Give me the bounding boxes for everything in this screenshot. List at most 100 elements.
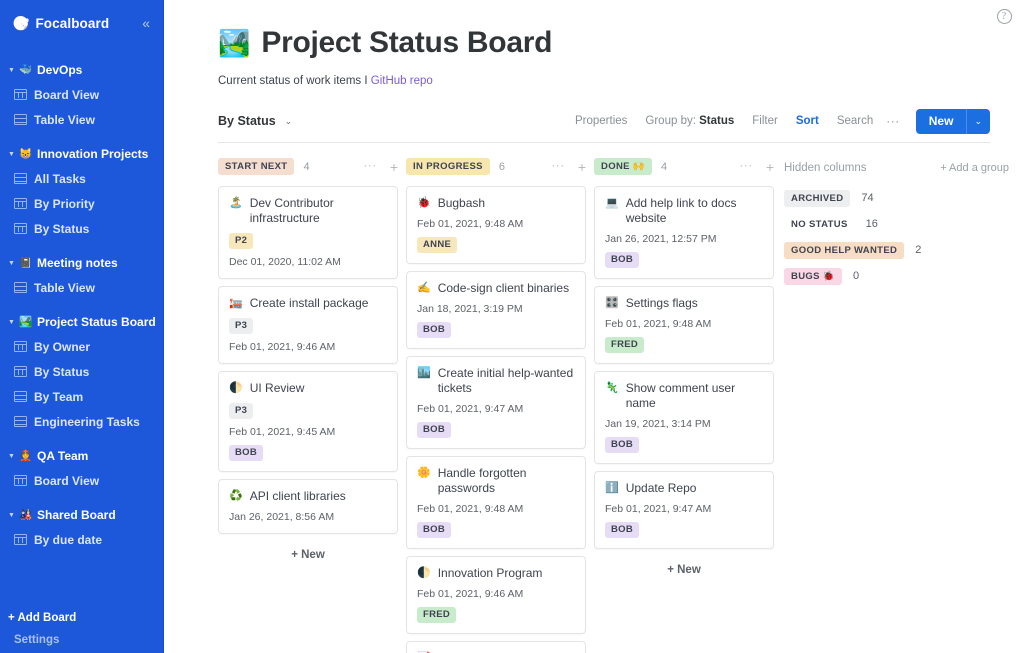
search-button[interactable]: Search: [837, 115, 873, 127]
column-add-card-icon[interactable]: +: [766, 160, 774, 174]
column-options-icon[interactable]: ···: [739, 159, 753, 173]
sort-button[interactable]: Sort: [796, 115, 819, 127]
github-repo-link[interactable]: GitHub repo: [371, 75, 433, 87]
column-add-card-icon[interactable]: +: [390, 160, 398, 174]
card-date: Jan 18, 2021, 3:19 PM: [417, 302, 523, 315]
kanban-card[interactable]: 🦎 Show comment user name Jan 19, 2021, 3:1…: [594, 370, 774, 464]
kanban-card[interactable]: 🏙️ Create initial help-wanted tickets Feb …: [406, 355, 586, 449]
caret-down-icon[interactable]: ▼: [8, 260, 19, 267]
caret-down-icon[interactable]: ▼: [8, 67, 19, 74]
card-emoji-icon: 🌼: [417, 466, 431, 479]
card-emoji-icon: ♻️: [229, 489, 243, 502]
sidebar-item-board-view[interactable]: Board View: [0, 468, 163, 493]
column-new-card-button[interactable]: + New: [218, 541, 398, 565]
sidebar-item-by-status[interactable]: By Status: [0, 359, 163, 384]
kanban-card[interactable]: 🏝️ Dev Contributor infrastructure P2 Dec 01…: [218, 185, 398, 279]
add-group-button[interactable]: + Add a group: [940, 162, 1009, 174]
properties-button[interactable]: Properties: [575, 115, 627, 127]
hidden-column-row[interactable]: NO STATUS 16: [784, 216, 1009, 233]
more-options-icon[interactable]: ···: [886, 114, 900, 128]
view-selector[interactable]: By Status ⌄: [218, 114, 292, 128]
card-title-row: 🌓 Innovation Program: [417, 566, 575, 581]
board-emoji-icon[interactable]: 🏞️: [218, 30, 250, 56]
board-title-row: 🏞️ Project Status Board: [218, 26, 1024, 61]
new-card-button[interactable]: New: [916, 109, 967, 134]
chevron-down-icon: ⌄: [284, 115, 293, 126]
caret-down-icon[interactable]: ▼: [8, 319, 19, 326]
sidebar-board-meeting-notes[interactable]: ▼ 📓 Meeting notes: [0, 250, 163, 275]
sidebar-board-shared-board[interactable]: ▼ 🎎 Shared Board: [0, 502, 163, 527]
kanban-card[interactable]: 🌓 UI Review P3 Feb 01, 2021, 9:45 AM BOB: [218, 370, 398, 472]
sidebar-item-table-view[interactable]: Table View: [0, 275, 163, 300]
board-view-icon: [14, 534, 27, 545]
column-options-icon[interactable]: ···: [363, 159, 377, 173]
column-actions: ··· +: [551, 159, 586, 174]
table-view-icon: [14, 114, 27, 125]
settings-button[interactable]: Settings: [0, 630, 163, 651]
sidebar-board-qa-team[interactable]: ▼ 👲 QA Team: [0, 443, 163, 468]
sidebar-item-table-view[interactable]: Table View: [0, 107, 163, 132]
card-date: Feb 01, 2021, 9:48 AM: [605, 317, 712, 330]
column-title-badge[interactable]: START NEXT: [218, 158, 295, 175]
priority-badge: P3: [229, 317, 254, 334]
kanban-card[interactable]: 🐞 Bugbash Feb 01, 2021, 9:48 AM ANNE: [406, 185, 586, 264]
kanban-card[interactable]: 🏣 Create install package P3 Feb 01, 2021, 9…: [218, 285, 398, 364]
sidebar-item-by-owner[interactable]: By Owner: [0, 334, 163, 359]
sidebar-board-project-status-board[interactable]: ▼ 🏞️ Project Status Board: [0, 309, 163, 334]
card-owner-row: BOB: [605, 251, 763, 268]
toolbar-actions: Properties Group by: Status Filter Sort …: [557, 108, 990, 134]
column-title-badge[interactable]: IN PROGRESS: [406, 158, 490, 175]
caret-down-icon[interactable]: ▼: [8, 512, 19, 519]
sidebar-item-by-status[interactable]: By Status: [0, 216, 163, 241]
sidebar-item-label: Board View: [34, 473, 100, 488]
card-title-row: 🎛️ Settings flags: [605, 296, 763, 311]
column-options-icon[interactable]: ···: [551, 159, 565, 173]
card-title: Add help link to docs website: [625, 195, 737, 225]
kanban-card[interactable]: 💻 Add help link to docs website Jan 26, 20…: [594, 185, 774, 279]
sidebar-board-devops[interactable]: ▼ 🐳 DevOps: [0, 57, 163, 82]
collapse-sidebar-icon[interactable]: «: [139, 14, 153, 32]
card-date: Feb 01, 2021, 9:48 AM: [417, 502, 524, 515]
sidebar-item-label: Table View: [34, 280, 95, 295]
kanban-card[interactable]: ✍️ Code-sign client binaries Jan 18, 2021,…: [406, 270, 586, 349]
kanban-card[interactable]: 🌓 Innovation Program Feb 01, 2021, 9:46 AM…: [406, 555, 586, 634]
board-emoji-icon: 🐳: [19, 64, 33, 76]
caret-down-icon[interactable]: ▼: [8, 151, 19, 158]
sidebar-board-innovation-projects[interactable]: ▼ 😸 Innovation Projects: [0, 141, 163, 166]
hidden-column-row[interactable]: BUGS 🐞 0: [784, 267, 1009, 285]
board-view-icon: [14, 89, 27, 100]
sidebar-item-by-due-date[interactable]: By due date: [0, 527, 163, 552]
caret-down-icon[interactable]: ▼: [8, 453, 19, 460]
add-board-button[interactable]: + Add Board: [0, 606, 163, 630]
sidebar-item-by-priority[interactable]: By Priority: [0, 191, 163, 216]
page-title[interactable]: Project Status Board: [261, 26, 552, 61]
group-by-button[interactable]: Group by: Status: [645, 115, 734, 127]
sidebar-item-by-team[interactable]: By Team: [0, 384, 163, 409]
filter-button[interactable]: Filter: [752, 115, 778, 127]
card-title: Update Repo: [625, 480, 697, 495]
kanban-card[interactable]: 📝Update license fileFeb 01, 2021, 9:47 A…: [406, 640, 586, 653]
column-card-count: 4: [661, 160, 668, 173]
column-new-card-button[interactable]: + New: [594, 556, 774, 580]
sidebar-item-engineering-tasks[interactable]: Engineering Tasks: [0, 409, 163, 434]
sidebar-item-board-view[interactable]: Board View: [0, 82, 163, 107]
column-header: IN PROGRESS 6 ··· +: [406, 156, 586, 178]
sidebar-item-label: By Status: [34, 364, 90, 379]
sidebar-item-all-tasks[interactable]: All Tasks: [0, 166, 163, 191]
column-title-badge[interactable]: DONE 🙌: [594, 158, 653, 175]
card-date: Dec 01, 2020, 11:02 AM: [229, 255, 341, 268]
table-view-icon: [14, 416, 27, 427]
kanban-card[interactable]: ♻️ API client libraries Jan 26, 2021, 8:56…: [218, 478, 398, 534]
kanban-card[interactable]: 🌼 Handle forgotten passwords Feb 01, 2021,…: [406, 455, 586, 549]
hidden-column-row[interactable]: ARCHIVED 74: [784, 189, 1009, 207]
new-card-dropdown-icon[interactable]: ⌄: [966, 108, 990, 134]
kanban-card[interactable]: 🎛️ Settings flags Feb 01, 2021, 9:48 AM FRE…: [594, 285, 774, 364]
card-date: Feb 01, 2021, 9:46 AM: [229, 340, 336, 353]
help-button[interactable]: ?: [992, 4, 1016, 28]
owner-badge: ANNE: [417, 236, 458, 253]
owner-badge: BOB: [417, 521, 452, 538]
owner-badge: BOB: [417, 321, 452, 338]
hidden-column-row[interactable]: GOOD HELP WANTED 2: [784, 241, 1009, 259]
kanban-card[interactable]: ℹ️ Update Repo Feb 01, 2021, 9:47 AM BOB: [594, 470, 774, 549]
column-add-card-icon[interactable]: +: [578, 160, 586, 174]
